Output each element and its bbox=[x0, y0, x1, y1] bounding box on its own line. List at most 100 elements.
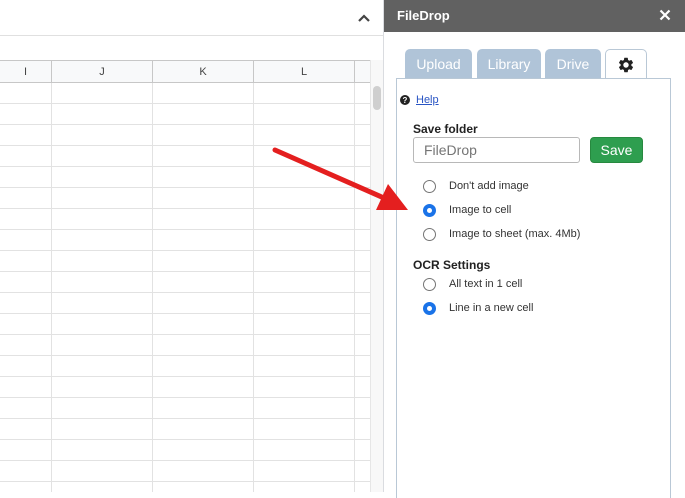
grid-cell[interactable] bbox=[254, 272, 355, 293]
column-header-k[interactable]: K bbox=[153, 61, 254, 82]
tab-library[interactable]: Library bbox=[477, 49, 541, 78]
grid-cell[interactable] bbox=[0, 125, 52, 146]
grid-cell[interactable] bbox=[52, 482, 153, 492]
collapse-toolbar-button[interactable] bbox=[352, 6, 376, 30]
option-all-text-one-cell[interactable]: All text in 1 cell bbox=[423, 276, 522, 292]
grid-cell[interactable] bbox=[0, 461, 52, 482]
grid-cell[interactable] bbox=[153, 167, 254, 188]
grid-cell[interactable] bbox=[254, 83, 355, 104]
grid-cell[interactable] bbox=[52, 209, 153, 230]
grid-cell[interactable] bbox=[52, 230, 153, 251]
grid-cell[interactable] bbox=[0, 335, 52, 356]
grid-cell[interactable] bbox=[52, 188, 153, 209]
grid-cell[interactable] bbox=[153, 125, 254, 146]
grid-cell[interactable] bbox=[52, 440, 153, 461]
grid-cell[interactable] bbox=[0, 104, 52, 125]
column-header-i[interactable]: I bbox=[0, 61, 52, 82]
grid-cell[interactable] bbox=[0, 209, 52, 230]
grid-cell[interactable] bbox=[153, 314, 254, 335]
grid-cell[interactable] bbox=[52, 104, 153, 125]
grid-cell[interactable] bbox=[52, 272, 153, 293]
cell-grid[interactable] bbox=[0, 83, 370, 492]
grid-cell[interactable] bbox=[153, 272, 254, 293]
grid-cell[interactable] bbox=[0, 440, 52, 461]
grid-cell[interactable] bbox=[0, 188, 52, 209]
grid-cell[interactable] bbox=[52, 335, 153, 356]
grid-cell[interactable] bbox=[0, 419, 52, 440]
option-line-new-cell[interactable]: Line in a new cell bbox=[423, 300, 533, 316]
grid-cell[interactable] bbox=[52, 398, 153, 419]
grid-cell[interactable] bbox=[0, 272, 52, 293]
grid-cell[interactable] bbox=[52, 167, 153, 188]
grid-cell[interactable] bbox=[254, 482, 355, 492]
grid-cell[interactable] bbox=[153, 251, 254, 272]
grid-cell[interactable] bbox=[254, 335, 355, 356]
grid-cell[interactable] bbox=[254, 377, 355, 398]
grid-cell[interactable] bbox=[153, 104, 254, 125]
grid-cell[interactable] bbox=[52, 125, 153, 146]
grid-cell[interactable] bbox=[52, 83, 153, 104]
radio-dont-add-image[interactable] bbox=[423, 179, 436, 193]
grid-cell[interactable] bbox=[254, 251, 355, 272]
tab-drive[interactable]: Drive bbox=[545, 49, 601, 78]
grid-cell[interactable] bbox=[254, 356, 355, 377]
grid-cell[interactable] bbox=[254, 293, 355, 314]
scrollbar-thumb[interactable] bbox=[373, 86, 381, 110]
grid-cell[interactable] bbox=[0, 251, 52, 272]
grid-cell[interactable] bbox=[153, 209, 254, 230]
grid-cell[interactable] bbox=[52, 419, 153, 440]
grid-cell[interactable] bbox=[52, 146, 153, 167]
grid-cell[interactable] bbox=[52, 356, 153, 377]
grid-cell[interactable] bbox=[153, 398, 254, 419]
vertical-scrollbar[interactable] bbox=[370, 60, 383, 492]
grid-cell[interactable] bbox=[153, 146, 254, 167]
grid-cell[interactable] bbox=[52, 293, 153, 314]
grid-cell[interactable] bbox=[0, 314, 52, 335]
option-image-to-sheet[interactable]: Image to sheet (max. 4Mb) bbox=[423, 226, 580, 242]
grid-cell[interactable] bbox=[254, 188, 355, 209]
save-folder-input[interactable] bbox=[413, 137, 580, 163]
grid-cell[interactable] bbox=[254, 461, 355, 482]
grid-cell[interactable] bbox=[0, 167, 52, 188]
grid-cell[interactable] bbox=[254, 419, 355, 440]
grid-cell[interactable] bbox=[0, 293, 52, 314]
grid-cell[interactable] bbox=[153, 356, 254, 377]
grid-cell[interactable] bbox=[254, 230, 355, 251]
grid-cell[interactable] bbox=[254, 398, 355, 419]
grid-cell[interactable] bbox=[0, 377, 52, 398]
radio-all-text-one-cell[interactable] bbox=[423, 277, 436, 291]
grid-cell[interactable] bbox=[153, 188, 254, 209]
grid-cell[interactable] bbox=[0, 83, 52, 104]
grid-cell[interactable] bbox=[0, 356, 52, 377]
save-button[interactable]: Save bbox=[590, 137, 643, 163]
option-dont-add-image[interactable]: Don't add image bbox=[423, 178, 529, 194]
grid-cell[interactable] bbox=[254, 209, 355, 230]
grid-cell[interactable] bbox=[0, 146, 52, 167]
radio-line-new-cell[interactable] bbox=[423, 301, 436, 315]
radio-image-to-cell[interactable] bbox=[423, 203, 436, 217]
grid-cell[interactable] bbox=[52, 251, 153, 272]
grid-cell[interactable] bbox=[153, 419, 254, 440]
grid-cell[interactable] bbox=[254, 146, 355, 167]
option-image-to-cell[interactable]: Image to cell bbox=[423, 202, 511, 218]
grid-cell[interactable] bbox=[52, 377, 153, 398]
grid-cell[interactable] bbox=[153, 440, 254, 461]
grid-cell[interactable] bbox=[153, 230, 254, 251]
grid-cell[interactable] bbox=[153, 335, 254, 356]
grid-cell[interactable] bbox=[153, 461, 254, 482]
grid-cell[interactable] bbox=[52, 314, 153, 335]
grid-cell[interactable] bbox=[254, 104, 355, 125]
grid-cell[interactable] bbox=[0, 230, 52, 251]
help-link[interactable]: Help bbox=[416, 94, 439, 106]
grid-cell[interactable] bbox=[254, 167, 355, 188]
column-header-l[interactable]: L bbox=[254, 61, 355, 82]
close-button[interactable] bbox=[656, 6, 674, 24]
grid-cell[interactable] bbox=[254, 125, 355, 146]
tab-settings[interactable] bbox=[605, 49, 647, 79]
grid-cell[interactable] bbox=[153, 482, 254, 492]
grid-cell[interactable] bbox=[254, 440, 355, 461]
grid-cell[interactable] bbox=[52, 461, 153, 482]
grid-cell[interactable] bbox=[153, 377, 254, 398]
grid-cell[interactable] bbox=[0, 482, 52, 492]
grid-cell[interactable] bbox=[0, 398, 52, 419]
